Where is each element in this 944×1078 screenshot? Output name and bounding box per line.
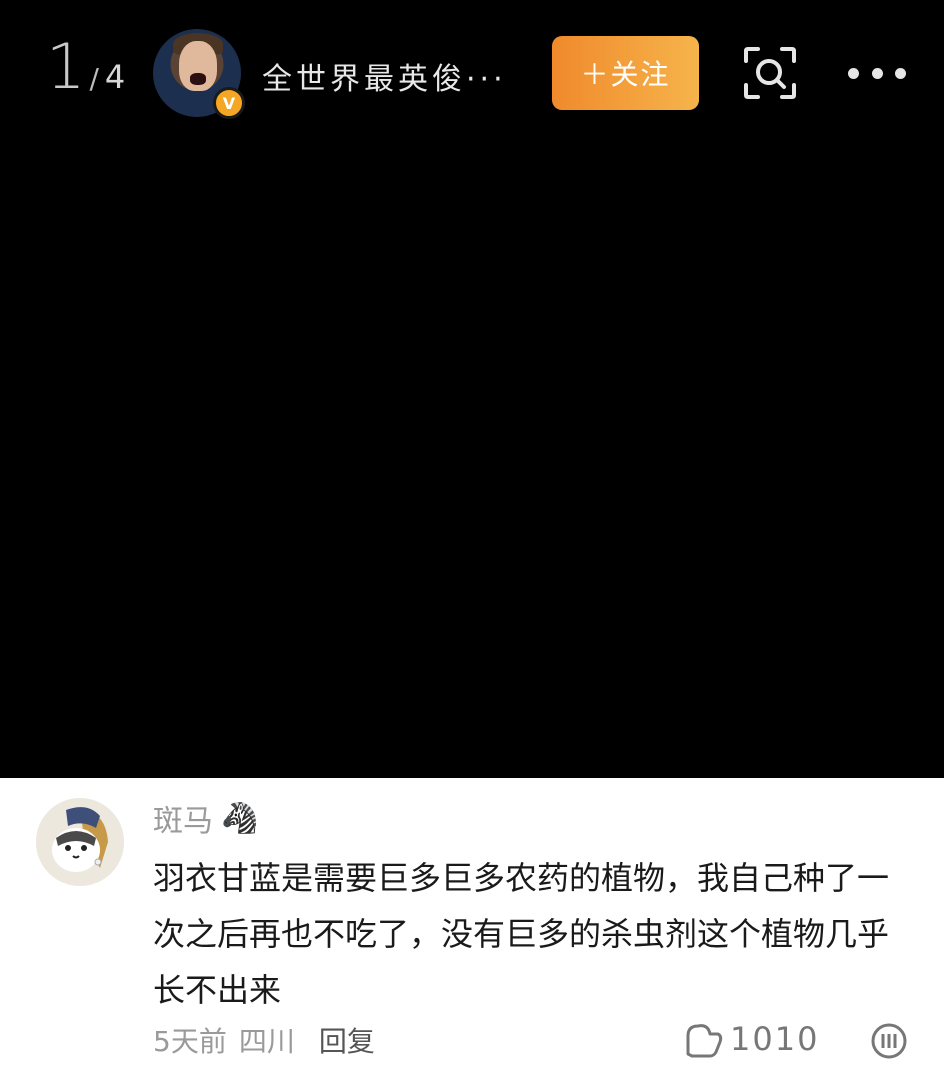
commenter-avatar[interactable] (36, 798, 124, 886)
more-dot (848, 67, 859, 79)
page-separator: / (89, 62, 99, 95)
commenter-name[interactable]: 斑马 🦓 (153, 796, 258, 840)
scan-icon[interactable] (742, 45, 798, 101)
zebra-emoji-icon: 🦓 (221, 800, 259, 836)
comment-meta: 5天前 四川 回复 (153, 1020, 375, 1060)
avatar-mouth (190, 73, 206, 85)
viewer-topbar: 1 / 4 V 全世界最英俊··· ＋关注 (0, 0, 944, 150)
follow-button[interactable]: ＋关注 (552, 36, 699, 110)
like-button[interactable]: 1010 (684, 1020, 819, 1058)
like-count: 1010 (730, 1020, 820, 1058)
commenter-name-text: 斑马 (153, 804, 213, 839)
page-total: 4 (104, 58, 126, 96)
comment-card: 斑马 🦓 羽衣甘蓝是需要巨多巨多农药的植物，我自己种了一次之后再也不吃了，没有巨… (0, 778, 944, 1078)
cat-avatar-icon (36, 798, 124, 886)
page-counter: 1 / 4 (46, 30, 125, 110)
image-viewer[interactable]: 1 / 4 V 全世界最英俊··· ＋关注 (0, 0, 944, 778)
more-dot (895, 67, 906, 79)
comment-text: 羽衣甘蓝是需要巨多巨多农药的植物，我自己种了一次之后再也不吃了，没有巨多的杀虫剂… (153, 859, 890, 1009)
comment-time: 5天前 (153, 1025, 227, 1058)
comment-more-icon[interactable] (870, 1022, 908, 1060)
verified-badge-icon: V (213, 87, 245, 119)
reply-button[interactable]: 回复 (319, 1020, 375, 1060)
page-current: 1 (46, 30, 85, 103)
author-username[interactable]: 全世界最英俊··· (262, 54, 522, 98)
more-icon[interactable] (848, 58, 906, 88)
more-dot (871, 67, 883, 79)
like-icon (686, 1024, 723, 1058)
author-avatar[interactable]: V (153, 29, 245, 119)
comment-location: 四川 (238, 1025, 295, 1058)
